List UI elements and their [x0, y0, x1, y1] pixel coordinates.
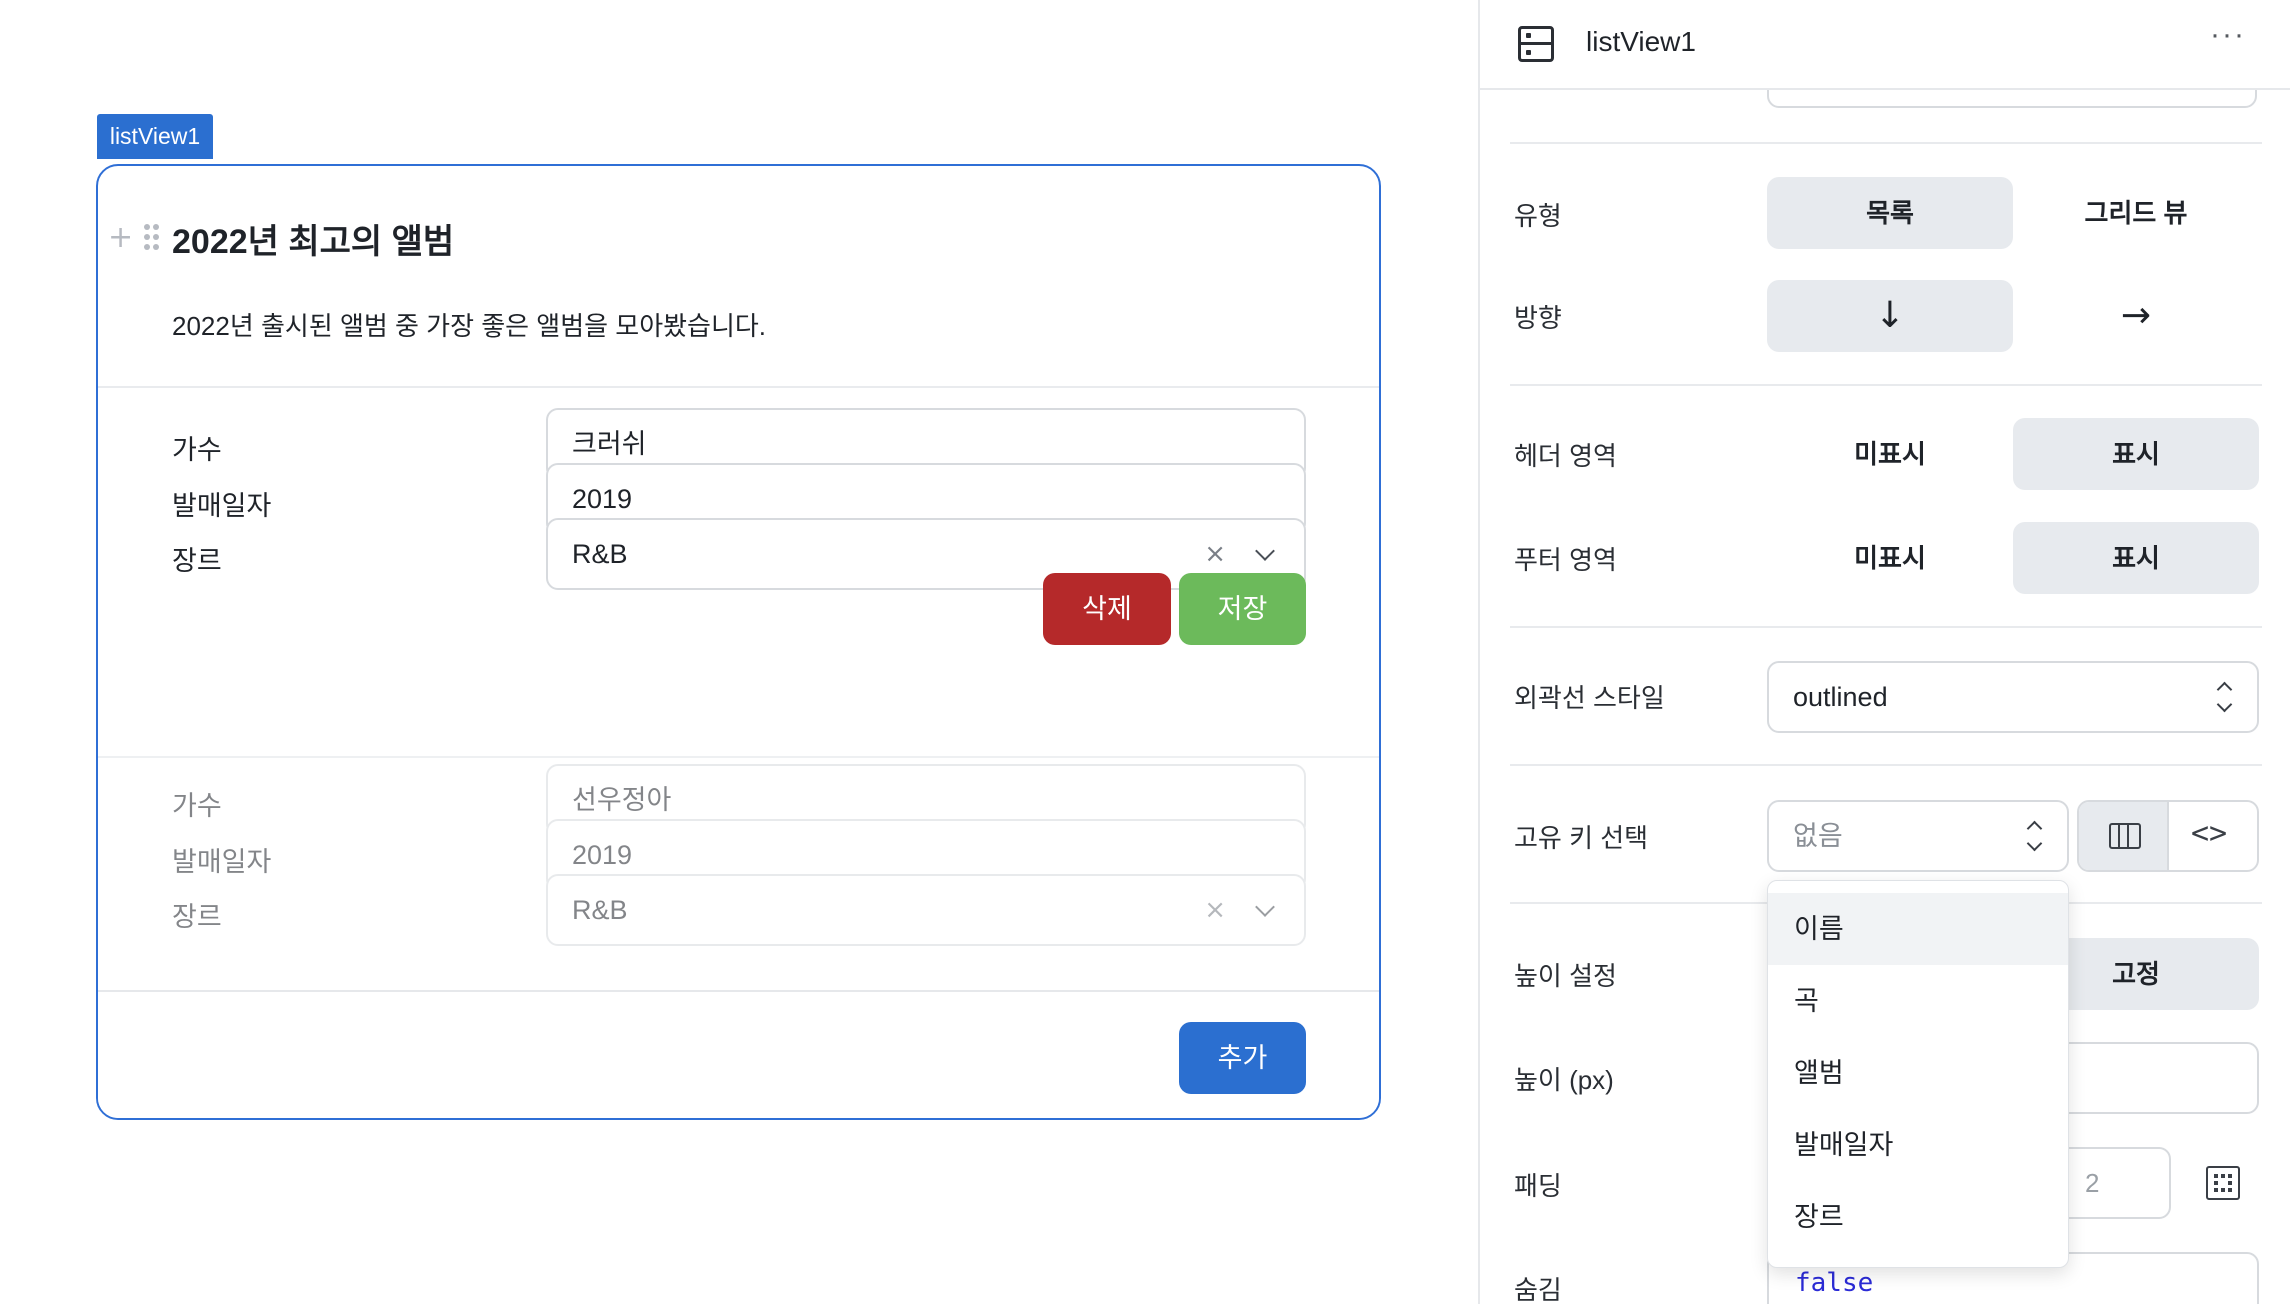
component-tag[interactable]: listView1: [97, 114, 213, 159]
code-mode-button[interactable]: <>: [2169, 802, 2257, 870]
hidden-value: false: [1795, 1268, 1874, 1298]
panel-title: listView1: [1586, 26, 1696, 57]
footer-area-label: 푸터 영역: [1514, 545, 1617, 575]
direction-label: 방향: [1514, 303, 1562, 333]
padding-value: 2: [2085, 1168, 2100, 1198]
delete-button[interactable]: 삭제: [1043, 573, 1171, 645]
list-footer: 추가: [98, 990, 1379, 1118]
genre-label: 장르: [172, 546, 222, 576]
divider: [1510, 384, 2262, 386]
header-hide-option[interactable]: 미표시: [1767, 418, 2013, 490]
column-mode-button[interactable]: [2079, 802, 2169, 870]
list-header: + 2022년 최고의 앨범 2022년 출시된 앨범 중 가장 좋은 앨범을 …: [98, 166, 1379, 388]
chevron-down-icon[interactable]: [1255, 897, 1275, 917]
type-grid-option[interactable]: 그리드 뷰: [2013, 177, 2259, 249]
genre-value: R&B: [572, 895, 628, 925]
list-view-card[interactable]: + 2022년 최고의 앨범 2022년 출시된 앨범 중 가장 좋은 앨범을 …: [96, 164, 1381, 1120]
border-style-label: 외곽선 스타일: [1514, 683, 1665, 713]
height-setting-label: 높이 설정: [1514, 961, 1617, 991]
code-icon: <>: [2191, 816, 2228, 851]
unique-key-dropdown: 이름 곡 앨범 발매일자 장르: [1767, 880, 2069, 1268]
direction-down-option[interactable]: ↓: [1767, 280, 2013, 352]
divider: [1510, 142, 2262, 144]
border-style-value: outlined: [1793, 682, 1888, 712]
panel-header: listView1 ···: [1480, 0, 2290, 90]
select-updown-icon: [2027, 820, 2041, 852]
list-title: 2022년 최고의 앨범: [172, 223, 455, 261]
genre-label: 장르: [172, 902, 222, 932]
unique-key-mode-toggle[interactable]: <>: [2077, 800, 2259, 872]
dropdown-option-release-date[interactable]: 발매일자: [1768, 1109, 2068, 1181]
add-button[interactable]: 추가: [1179, 1022, 1306, 1094]
border-style-select[interactable]: outlined: [1767, 661, 2259, 733]
header-show-option[interactable]: 표시: [2013, 418, 2259, 490]
footer-hide-option[interactable]: 미표시: [1767, 522, 2013, 594]
type-list-option[interactable]: 목록: [1767, 177, 2013, 249]
chevron-down-icon[interactable]: [1255, 541, 1275, 561]
divider: [1510, 626, 2262, 628]
save-button[interactable]: 저장: [1179, 573, 1306, 645]
select-updown-icon: [2217, 681, 2231, 713]
columns-icon: [2109, 823, 2141, 849]
type-label: 유형: [1514, 201, 1562, 231]
height-px-label: 높이 (px): [1514, 1065, 1614, 1095]
list-view-icon: [1518, 26, 1554, 62]
genre-select[interactable]: R&B ×: [546, 874, 1306, 946]
release-date-label: 발매일자: [172, 491, 272, 521]
add-block-icon[interactable]: +: [108, 220, 133, 255]
header-area-label: 헤더 영역: [1514, 441, 1617, 471]
singer-label: 가수: [172, 791, 222, 821]
footer-show-option[interactable]: 표시: [2013, 522, 2259, 594]
drag-handle-icon[interactable]: [144, 224, 160, 250]
genre-value: R&B: [572, 539, 628, 569]
release-date-label: 발매일자: [172, 847, 272, 877]
unique-key-value: 없음: [1793, 821, 1843, 851]
list-description: 2022년 출시된 앨범 중 가장 좋은 앨범을 모아봤습니다.: [172, 311, 767, 341]
divider: [1510, 764, 2262, 766]
clear-icon[interactable]: ×: [1204, 876, 1226, 944]
dropdown-option-song[interactable]: 곡: [1768, 965, 2068, 1037]
unique-key-label: 고유 키 선택: [1514, 823, 1649, 853]
singer-label: 가수: [172, 435, 222, 465]
padding-grid-icon[interactable]: [2206, 1166, 2240, 1200]
hidden-label: 숨김: [1514, 1275, 1562, 1304]
more-options-icon[interactable]: ···: [2210, 18, 2246, 52]
direction-right-option[interactable]: →: [2013, 280, 2259, 352]
list-item: 가수 크러쉬 발매일자 2019 장르 R&B × 삭제 저장: [98, 388, 1379, 758]
padding-label: 패딩: [1514, 1171, 1562, 1201]
unique-key-select[interactable]: 없음: [1767, 800, 2069, 872]
dropdown-option-genre[interactable]: 장르: [1768, 1181, 2068, 1253]
dropdown-option-name[interactable]: 이름: [1768, 893, 2068, 965]
dropdown-option-album[interactable]: 앨범: [1768, 1037, 2068, 1109]
